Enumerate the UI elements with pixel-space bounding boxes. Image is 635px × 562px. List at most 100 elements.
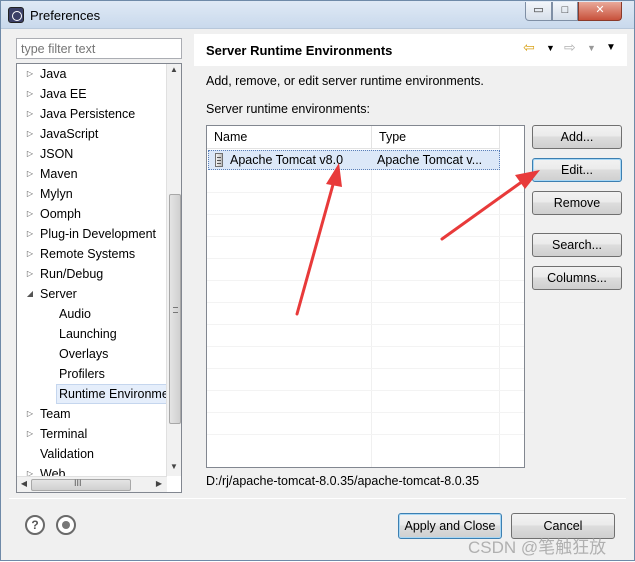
tree-item-maven[interactable]: ▷ Maven xyxy=(17,164,167,184)
close-button[interactable]: ✕ xyxy=(578,2,622,21)
forward-arrow-icon: ⇨ xyxy=(564,39,576,55)
collapsed-arrow-icon[interactable]: ▷ xyxy=(25,84,35,104)
scroll-up-icon[interactable]: ▲ xyxy=(168,65,180,74)
scroll-right-icon[interactable]: ▶ xyxy=(153,479,165,488)
tree-item-runtime-environme[interactable]: Runtime Environme xyxy=(17,384,167,404)
table-row[interactable]: Apache Tomcat v8.0 Apache Tomcat v... xyxy=(208,150,500,170)
hscroll-thumb[interactable]: III xyxy=(31,478,131,491)
tree-item-java[interactable]: ▷ Java xyxy=(17,64,167,84)
collapsed-arrow-icon[interactable]: ▷ xyxy=(25,104,35,124)
tree-item-label: Launching xyxy=(59,327,117,341)
tree-item-javascript[interactable]: ▷ JavaScript xyxy=(17,124,167,144)
tree-item-java-persistence[interactable]: ▷ Java Persistence xyxy=(17,104,167,124)
collapsed-arrow-icon[interactable]: ▷ xyxy=(25,184,35,204)
maximize-button[interactable]: □ xyxy=(552,2,578,21)
view-menu-icon[interactable]: ▼ xyxy=(606,42,616,53)
column-header-type[interactable]: Type xyxy=(372,126,500,149)
collapsed-arrow-icon[interactable]: ▷ xyxy=(25,424,35,444)
tree-item-team[interactable]: ▷ Team xyxy=(17,404,167,424)
watermark: CSDN @笔触狂放 xyxy=(468,538,607,557)
tree-item-label: JSON xyxy=(40,147,74,161)
collapsed-arrow-icon[interactable]: ▷ xyxy=(25,204,35,224)
row-divider xyxy=(207,192,524,193)
tree-item-oomph[interactable]: ▷ Oomph xyxy=(17,204,167,224)
row-divider xyxy=(207,214,524,215)
tree-item-remote-systems[interactable]: ▷ Remote Systems xyxy=(17,244,167,264)
tree-item-label: Java EE xyxy=(40,87,87,101)
window-title: Preferences xyxy=(30,8,101,23)
help-icon[interactable]: ? xyxy=(25,515,45,535)
row-divider xyxy=(207,280,524,281)
back-arrow-icon[interactable]: ⇦ xyxy=(523,39,535,56)
tree-item-label: Audio xyxy=(59,307,91,321)
collapsed-arrow-icon[interactable]: ▷ xyxy=(25,64,35,84)
tree-item-json[interactable]: ▷ JSON xyxy=(17,144,167,164)
tree-item-label: Overlays xyxy=(59,347,109,361)
edit-button[interactable]: Edit... xyxy=(532,158,622,182)
tree-item-web[interactable]: ▷ Web xyxy=(17,464,167,476)
search-button[interactable]: Search... xyxy=(532,233,622,257)
tree-item-server[interactable]: ◢ Server xyxy=(17,284,167,304)
eclipse-icon xyxy=(8,7,24,23)
runtime-table: Name Type Apache Tomcat v8.0 Apache Tomc… xyxy=(206,125,525,468)
tree-vertical-scrollbar[interactable]: ▲ ▼ xyxy=(166,64,181,476)
tree-item-audio[interactable]: Audio xyxy=(17,304,167,324)
tree-item-mylyn[interactable]: ▷ Mylyn xyxy=(17,184,167,204)
row-divider xyxy=(207,302,524,303)
tree-item-label: Oomph xyxy=(40,207,81,221)
server-icon xyxy=(215,153,223,167)
preferences-tree: ▷ Java ▷ Java EE ▷ Java Persistence ▷ JavaScrip… xyxy=(16,63,182,493)
row-divider xyxy=(207,412,524,413)
tree-item-label: Server xyxy=(40,287,77,301)
expanded-arrow-icon[interactable]: ◢ xyxy=(25,284,35,304)
title-bar[interactable]: Preferences ▭ □ ✕ xyxy=(1,1,634,29)
tree-item-label: Web xyxy=(40,467,66,476)
tree-item-launching[interactable]: Launching xyxy=(17,324,167,344)
tree-item-label: Java Persistence xyxy=(40,107,136,121)
row-divider xyxy=(207,258,524,259)
collapsed-arrow-icon[interactable]: ▷ xyxy=(25,404,35,424)
back-dropdown-icon[interactable]: ▼ xyxy=(546,43,555,53)
runtime-list-label: Server runtime environments: xyxy=(206,102,370,116)
collapsed-arrow-icon[interactable]: ▷ xyxy=(25,224,35,244)
tree-item-profilers[interactable]: Profilers xyxy=(17,364,167,384)
tree-item-label: Profilers xyxy=(59,367,105,381)
tree-item-run-debug[interactable]: ▷ Run/Debug xyxy=(17,264,167,284)
tree-item-label: Validation xyxy=(40,447,94,461)
tree-horizontal-scrollbar[interactable]: ◀ III ▶ xyxy=(17,476,167,492)
record-macro-icon[interactable] xyxy=(56,515,76,535)
tree-item-java-ee[interactable]: ▷ Java EE xyxy=(17,84,167,104)
scroll-left-icon[interactable]: ◀ xyxy=(18,479,30,488)
row-divider xyxy=(207,346,524,347)
tree-item-label: Mylyn xyxy=(40,187,73,201)
collapsed-arrow-icon[interactable]: ▷ xyxy=(25,164,35,184)
tree-item-overlays[interactable]: Overlays xyxy=(17,344,167,364)
collapsed-arrow-icon[interactable]: ▷ xyxy=(25,464,35,476)
scroll-thumb[interactable] xyxy=(169,194,181,424)
add-button[interactable]: Add... xyxy=(532,125,622,149)
row-divider xyxy=(207,434,524,435)
footer-divider xyxy=(9,498,626,499)
column-divider xyxy=(371,149,372,467)
row-divider xyxy=(207,368,524,369)
minimize-button[interactable]: ▭ xyxy=(525,2,552,21)
tree-item-label: JavaScript xyxy=(40,127,99,141)
page-title: Server Runtime Environments xyxy=(206,43,393,58)
scroll-down-icon[interactable]: ▼ xyxy=(168,462,180,471)
row-divider xyxy=(207,390,524,391)
filter-input[interactable] xyxy=(16,38,182,59)
runtime-type-cell: Apache Tomcat v... xyxy=(377,153,483,167)
tree-item-plug-in-development[interactable]: ▷ Plug-in Development xyxy=(17,224,167,244)
tree-item-validation[interactable]: Validation xyxy=(17,444,167,464)
tree-item-terminal[interactable]: ▷ Terminal xyxy=(17,424,167,444)
forward-dropdown-icon: ▼ xyxy=(587,43,596,53)
remove-button[interactable]: Remove xyxy=(532,191,622,215)
column-header-name[interactable]: Name xyxy=(207,126,372,149)
collapsed-arrow-icon[interactable]: ▷ xyxy=(25,124,35,144)
tree-item-label: Maven xyxy=(40,167,78,181)
collapsed-arrow-icon[interactable]: ▷ xyxy=(25,144,35,164)
runtime-name-cell: Apache Tomcat v8.0 xyxy=(230,153,344,167)
collapsed-arrow-icon[interactable]: ▷ xyxy=(25,264,35,284)
collapsed-arrow-icon[interactable]: ▷ xyxy=(25,244,35,264)
columns-button[interactable]: Columns... xyxy=(532,266,622,290)
